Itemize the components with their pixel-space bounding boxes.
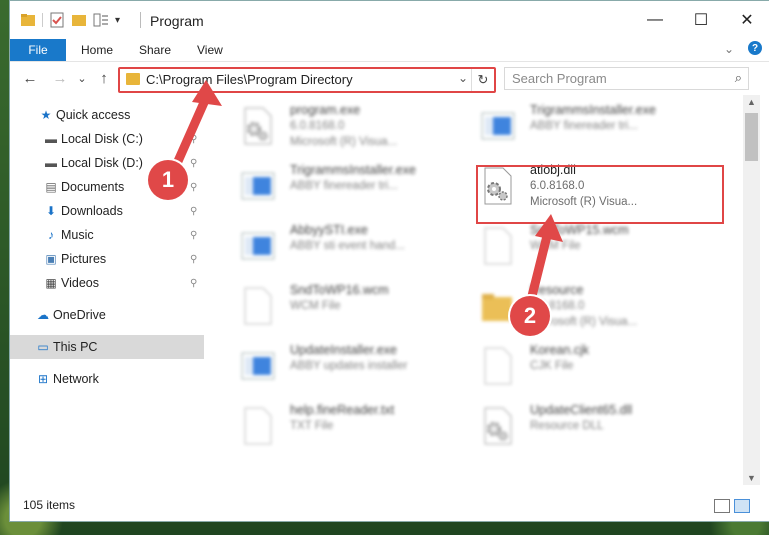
arrow-2 — [525, 227, 553, 309]
arrow-1-head — [192, 80, 222, 106]
step-marker-1: 1 — [148, 160, 188, 200]
arrow-2-head — [535, 214, 563, 242]
arrow-1 — [170, 93, 211, 173]
step-marker-2: 2 — [510, 296, 550, 336]
annotation-arrows — [170, 80, 563, 309]
